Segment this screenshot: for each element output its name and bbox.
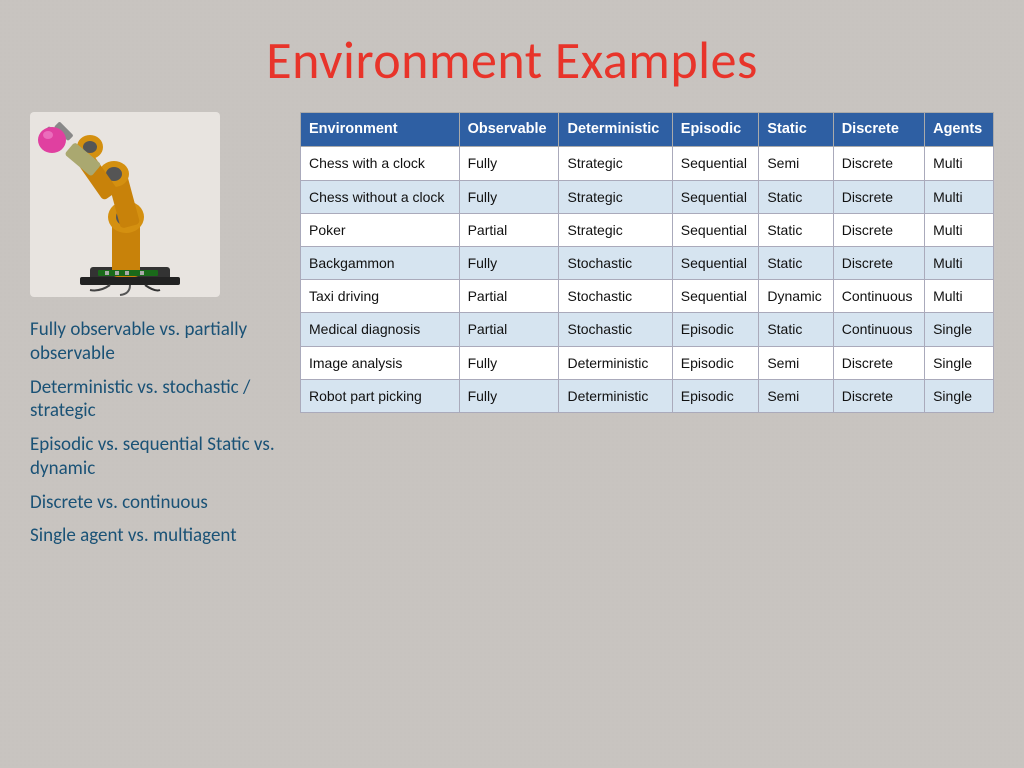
- table-row: Medical diagnosisPartialStochasticEpisod…: [301, 313, 994, 346]
- col-discrete: Discrete: [833, 113, 924, 147]
- col-static: Static: [759, 113, 833, 147]
- table-cell: Single: [925, 313, 994, 346]
- table-cell: Taxi driving: [301, 280, 460, 313]
- table-cell: Robot part picking: [301, 379, 460, 412]
- table-cell: Single: [925, 346, 994, 379]
- table-cell: Partial: [459, 313, 559, 346]
- table-cell: Continuous: [833, 280, 924, 313]
- col-environment: Environment: [301, 113, 460, 147]
- col-episodic: Episodic: [672, 113, 759, 147]
- bullet-5: Single agent vs. multiagent: [30, 524, 290, 548]
- table-cell: Stochastic: [559, 313, 672, 346]
- col-observable: Obser­vable: [459, 113, 559, 147]
- table-cell: Fully: [459, 379, 559, 412]
- table-cell: Semi: [759, 346, 833, 379]
- table-cell: Discrete: [833, 213, 924, 246]
- table-cell: Chess without a clock: [301, 180, 460, 213]
- table-row: Robot part pickingFullyDeterministicEpis…: [301, 379, 994, 412]
- table-cell: Multi: [925, 147, 994, 180]
- table-row: Chess with a clockFullyStrategicSequenti…: [301, 147, 994, 180]
- table-cell: Semi: [759, 379, 833, 412]
- table-cell: Sequential: [672, 280, 759, 313]
- table-cell: Episodic: [672, 313, 759, 346]
- table-row: Chess without a clockFullyStrategicSeque…: [301, 180, 994, 213]
- table-cell: Fully: [459, 147, 559, 180]
- table-cell: Deterministic: [559, 379, 672, 412]
- table-cell: Episodic: [672, 379, 759, 412]
- table-cell: Partial: [459, 280, 559, 313]
- table-cell: Semi: [759, 147, 833, 180]
- table-cell: Partial: [459, 213, 559, 246]
- col-agents: Agents: [925, 113, 994, 147]
- table-cell: Dynamic: [759, 280, 833, 313]
- table-cell: Fully: [459, 346, 559, 379]
- table-cell: Static: [759, 313, 833, 346]
- table-cell: Deterministic: [559, 346, 672, 379]
- environment-table: Environment Obser­vable Determi­nistic E…: [300, 112, 994, 413]
- table-cell: Discrete: [833, 246, 924, 279]
- table-cell: Image analysis: [301, 346, 460, 379]
- table-cell: Stochastic: [559, 246, 672, 279]
- table-cell: Discrete: [833, 180, 924, 213]
- table-cell: Fully: [459, 246, 559, 279]
- table-cell: Static: [759, 213, 833, 246]
- table-cell: Multi: [925, 246, 994, 279]
- table-cell: Strategic: [559, 180, 672, 213]
- table-cell: Backgammon: [301, 246, 460, 279]
- col-deterministic: Determi­nistic: [559, 113, 672, 147]
- table-cell: Sequential: [672, 180, 759, 213]
- environment-table-area: Environment Obser­vable Determi­nistic E…: [290, 112, 994, 548]
- table-cell: Stochastic: [559, 280, 672, 313]
- table-cell: Multi: [925, 213, 994, 246]
- left-bullets: Fully observable vs. partially observabl…: [30, 313, 290, 548]
- bullet-3: Episodic vs. sequential Static vs. dynam…: [30, 433, 290, 481]
- robot-image: [30, 112, 220, 297]
- table-cell: Strategic: [559, 147, 672, 180]
- table-cell: Discrete: [833, 147, 924, 180]
- table-cell: Episodic: [672, 346, 759, 379]
- table-cell: Discrete: [833, 346, 924, 379]
- table-row: Image analysisFullyDeterministicEpisodic…: [301, 346, 994, 379]
- table-cell: Multi: [925, 180, 994, 213]
- table-cell: Medical diagnosis: [301, 313, 460, 346]
- page-title: Environment Examples: [0, 0, 1024, 112]
- table-row: PokerPartialStrategicSequentialStaticDis…: [301, 213, 994, 246]
- table-row: BackgammonFullyStochasticSequentialStati…: [301, 246, 994, 279]
- table-cell: Static: [759, 180, 833, 213]
- table-row: Taxi drivingPartialStochasticSequentialD…: [301, 280, 994, 313]
- table-cell: Sequential: [672, 147, 759, 180]
- table-cell: Static: [759, 246, 833, 279]
- table-cell: Strategic: [559, 213, 672, 246]
- table-cell: Multi: [925, 280, 994, 313]
- table-cell: Discrete: [833, 379, 924, 412]
- table-cell: Single: [925, 379, 994, 412]
- bullet-1: Fully observable vs. partially observabl…: [30, 318, 290, 366]
- table-cell: Sequential: [672, 213, 759, 246]
- bullet-2: Deterministic vs. stochastic / strategic: [30, 376, 290, 424]
- table-cell: Continuous: [833, 313, 924, 346]
- table-cell: Fully: [459, 180, 559, 213]
- table-cell: Sequential: [672, 246, 759, 279]
- table-cell: Chess with a clock: [301, 147, 460, 180]
- table-cell: Poker: [301, 213, 460, 246]
- bullet-4: Discrete vs. continuous: [30, 491, 290, 515]
